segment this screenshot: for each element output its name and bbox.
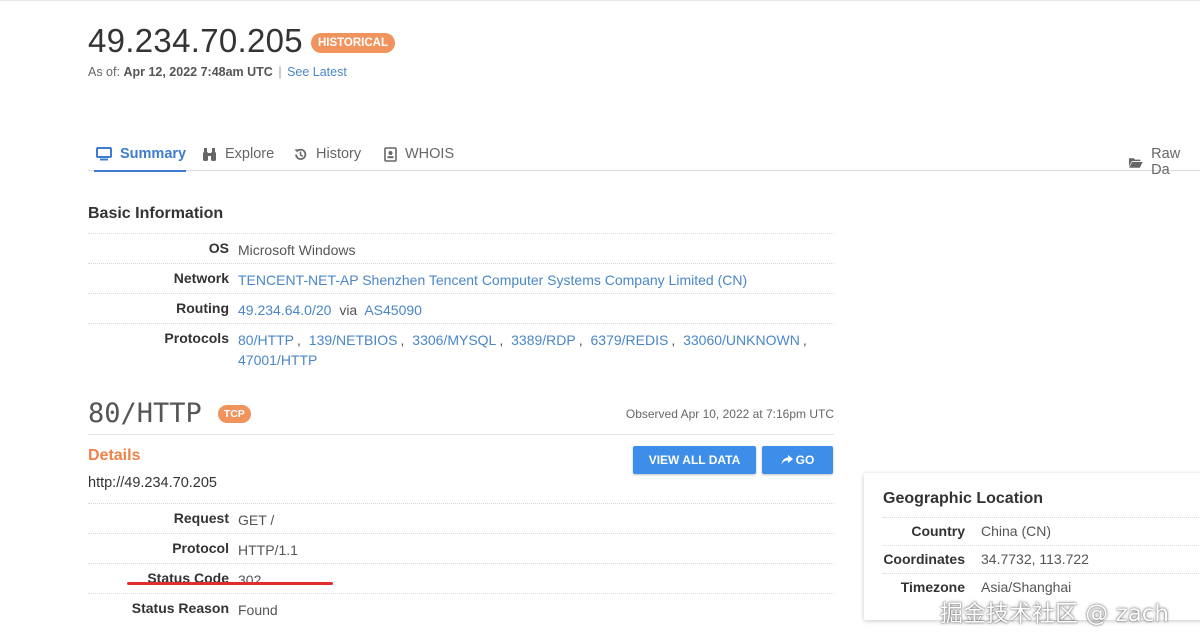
protocol-link[interactable]: 3389/RDP: [511, 332, 576, 348]
tab-raw-data[interactable]: Raw Da: [1128, 146, 1200, 178]
protocol-value: HTTP/1.1: [238, 542, 298, 558]
protocol-link[interactable]: 33060/UNKNOWN: [683, 332, 800, 348]
routing-as-link[interactable]: AS45090: [364, 302, 422, 318]
service-name: 80/HTTP: [88, 398, 202, 429]
protocol-link[interactable]: 139/NETBIOS: [309, 332, 398, 348]
protocols-list: 80/HTTP, 139/NETBIOS, 3306/MYSQL, 3389/R…: [238, 330, 834, 377]
detail-row-protocol: Protocol HTTP/1.1: [88, 533, 834, 563]
tab-summary-label: Summary: [120, 146, 187, 162]
comma: ,: [578, 332, 583, 348]
top-border: [0, 0, 1200, 1]
tab-whois[interactable]: WHOIS: [384, 146, 454, 162]
network-label: Network: [173, 270, 229, 286]
geo-row-coordinates: Coordinates 34.7732, 113.722: [883, 545, 1200, 573]
coordinates-label: Coordinates: [883, 551, 965, 567]
detail-row-request: Request GET /: [88, 503, 834, 533]
tab-summary[interactable]: Summary: [93, 146, 187, 172]
comma: ,: [671, 332, 676, 348]
status-reason-value: Found: [238, 602, 278, 618]
basic-information-table: OS Microsoft Windows Network TENCENT-NET…: [88, 233, 834, 377]
as-of-line: As of: Apr 12, 2022 7:48am UTC | See Lat…: [88, 65, 347, 79]
protocol-label: Protocol: [172, 540, 229, 556]
protocol-link[interactable]: 47001/HTTP: [238, 352, 317, 368]
info-row-network: Network TENCENT-NET-AP Shenzhen Tencent …: [88, 263, 834, 293]
go-button[interactable]: GO: [762, 446, 833, 474]
binoculars-icon: [203, 147, 216, 161]
monitor-icon: [96, 147, 112, 161]
folder-open-icon: [1128, 157, 1143, 168]
request-label: Request: [173, 510, 229, 526]
tab-bar: Summary Explore History WHOIS Raw Da: [88, 138, 1200, 178]
protocol-link[interactable]: 3306/MYSQL: [412, 332, 496, 348]
comma: ,: [802, 332, 807, 348]
tab-raw-data-label: Raw Da: [1151, 146, 1181, 178]
os-label: OS: [208, 240, 229, 256]
historical-badge: HISTORICAL: [310, 33, 396, 53]
network-link[interactable]: TENCENT-NET-AP Shenzhen Tencent Computer…: [238, 272, 747, 288]
info-row-routing: Routing 49.234.64.0/20 via AS45090: [88, 293, 834, 323]
geo-title: Geographic Location: [883, 490, 1044, 507]
id-card-icon: [384, 146, 397, 162]
service-url: http://49.234.70.205: [88, 475, 217, 491]
ip-address: 49.234.70.205: [88, 22, 303, 59]
basic-information-title: Basic Information: [88, 205, 224, 222]
service-details-table: Request GET / Protocol HTTP/1.1 Status C…: [88, 503, 834, 623]
red-annotation-underline: [127, 582, 333, 585]
see-latest-link[interactable]: See Latest: [287, 65, 347, 79]
history-icon: [294, 148, 307, 160]
country-label: Country: [911, 523, 965, 539]
country-value: China (CN): [981, 523, 1052, 539]
geo-table: Country China (CN) Coordinates 34.7732, …: [883, 517, 1200, 601]
protocols-label: Protocols: [164, 330, 229, 346]
tab-explore-label: Explore: [225, 146, 275, 162]
geo-row-country: Country China (CN): [883, 517, 1200, 545]
info-row-protocols: Protocols 80/HTTP, 139/NETBIOS, 3306/MYS…: [88, 323, 834, 377]
comma: ,: [499, 332, 504, 348]
comma: ,: [400, 332, 405, 348]
detail-row-status-code: Status Code 302: [88, 563, 834, 593]
info-row-os: OS Microsoft Windows: [88, 233, 834, 263]
request-value: GET /: [238, 512, 275, 528]
service-title: 80/HTTP TCP: [88, 398, 251, 429]
tab-explore[interactable]: Explore: [202, 146, 274, 162]
os-value: Microsoft Windows: [238, 242, 356, 258]
watermark: 掘金技术社区 @ zach: [940, 601, 1170, 627]
observed-timestamp: Observed Apr 10, 2022 at 7:16pm UTC: [625, 407, 834, 421]
coordinates-value: 34.7732, 113.722: [981, 551, 1089, 567]
tab-history[interactable]: History: [293, 146, 361, 162]
tab-history-label: History: [316, 146, 362, 162]
detail-row-status-reason: Status Reason Found: [88, 593, 834, 623]
page-title: 49.234.70.205 HISTORICAL: [88, 22, 396, 60]
view-all-data-button[interactable]: VIEW ALL DATA: [633, 446, 756, 474]
view-all-data-label: VIEW ALL DATA: [648, 453, 741, 467]
tcp-badge: TCP: [217, 404, 251, 423]
protocol-link[interactable]: 80/HTTP: [238, 332, 294, 348]
protocol-link[interactable]: 6379/REDIS: [591, 332, 669, 348]
divider: [88, 434, 834, 435]
tab-whois-label: WHOIS: [405, 146, 455, 162]
routing-label: Routing: [176, 300, 229, 316]
as-of-date: Apr 12, 2022 7:48am UTC: [123, 65, 273, 79]
as-of-label: As of:: [88, 65, 120, 79]
routing-prefix-link[interactable]: 49.234.64.0/20: [238, 302, 331, 318]
comma: ,: [297, 332, 301, 348]
details-label: Details: [88, 447, 141, 464]
status-reason-label: Status Reason: [131, 600, 229, 616]
routing-via: via: [339, 302, 358, 318]
go-label: GO: [795, 453, 815, 467]
separator: |: [278, 65, 282, 79]
share-arrow-icon: [781, 455, 793, 465]
